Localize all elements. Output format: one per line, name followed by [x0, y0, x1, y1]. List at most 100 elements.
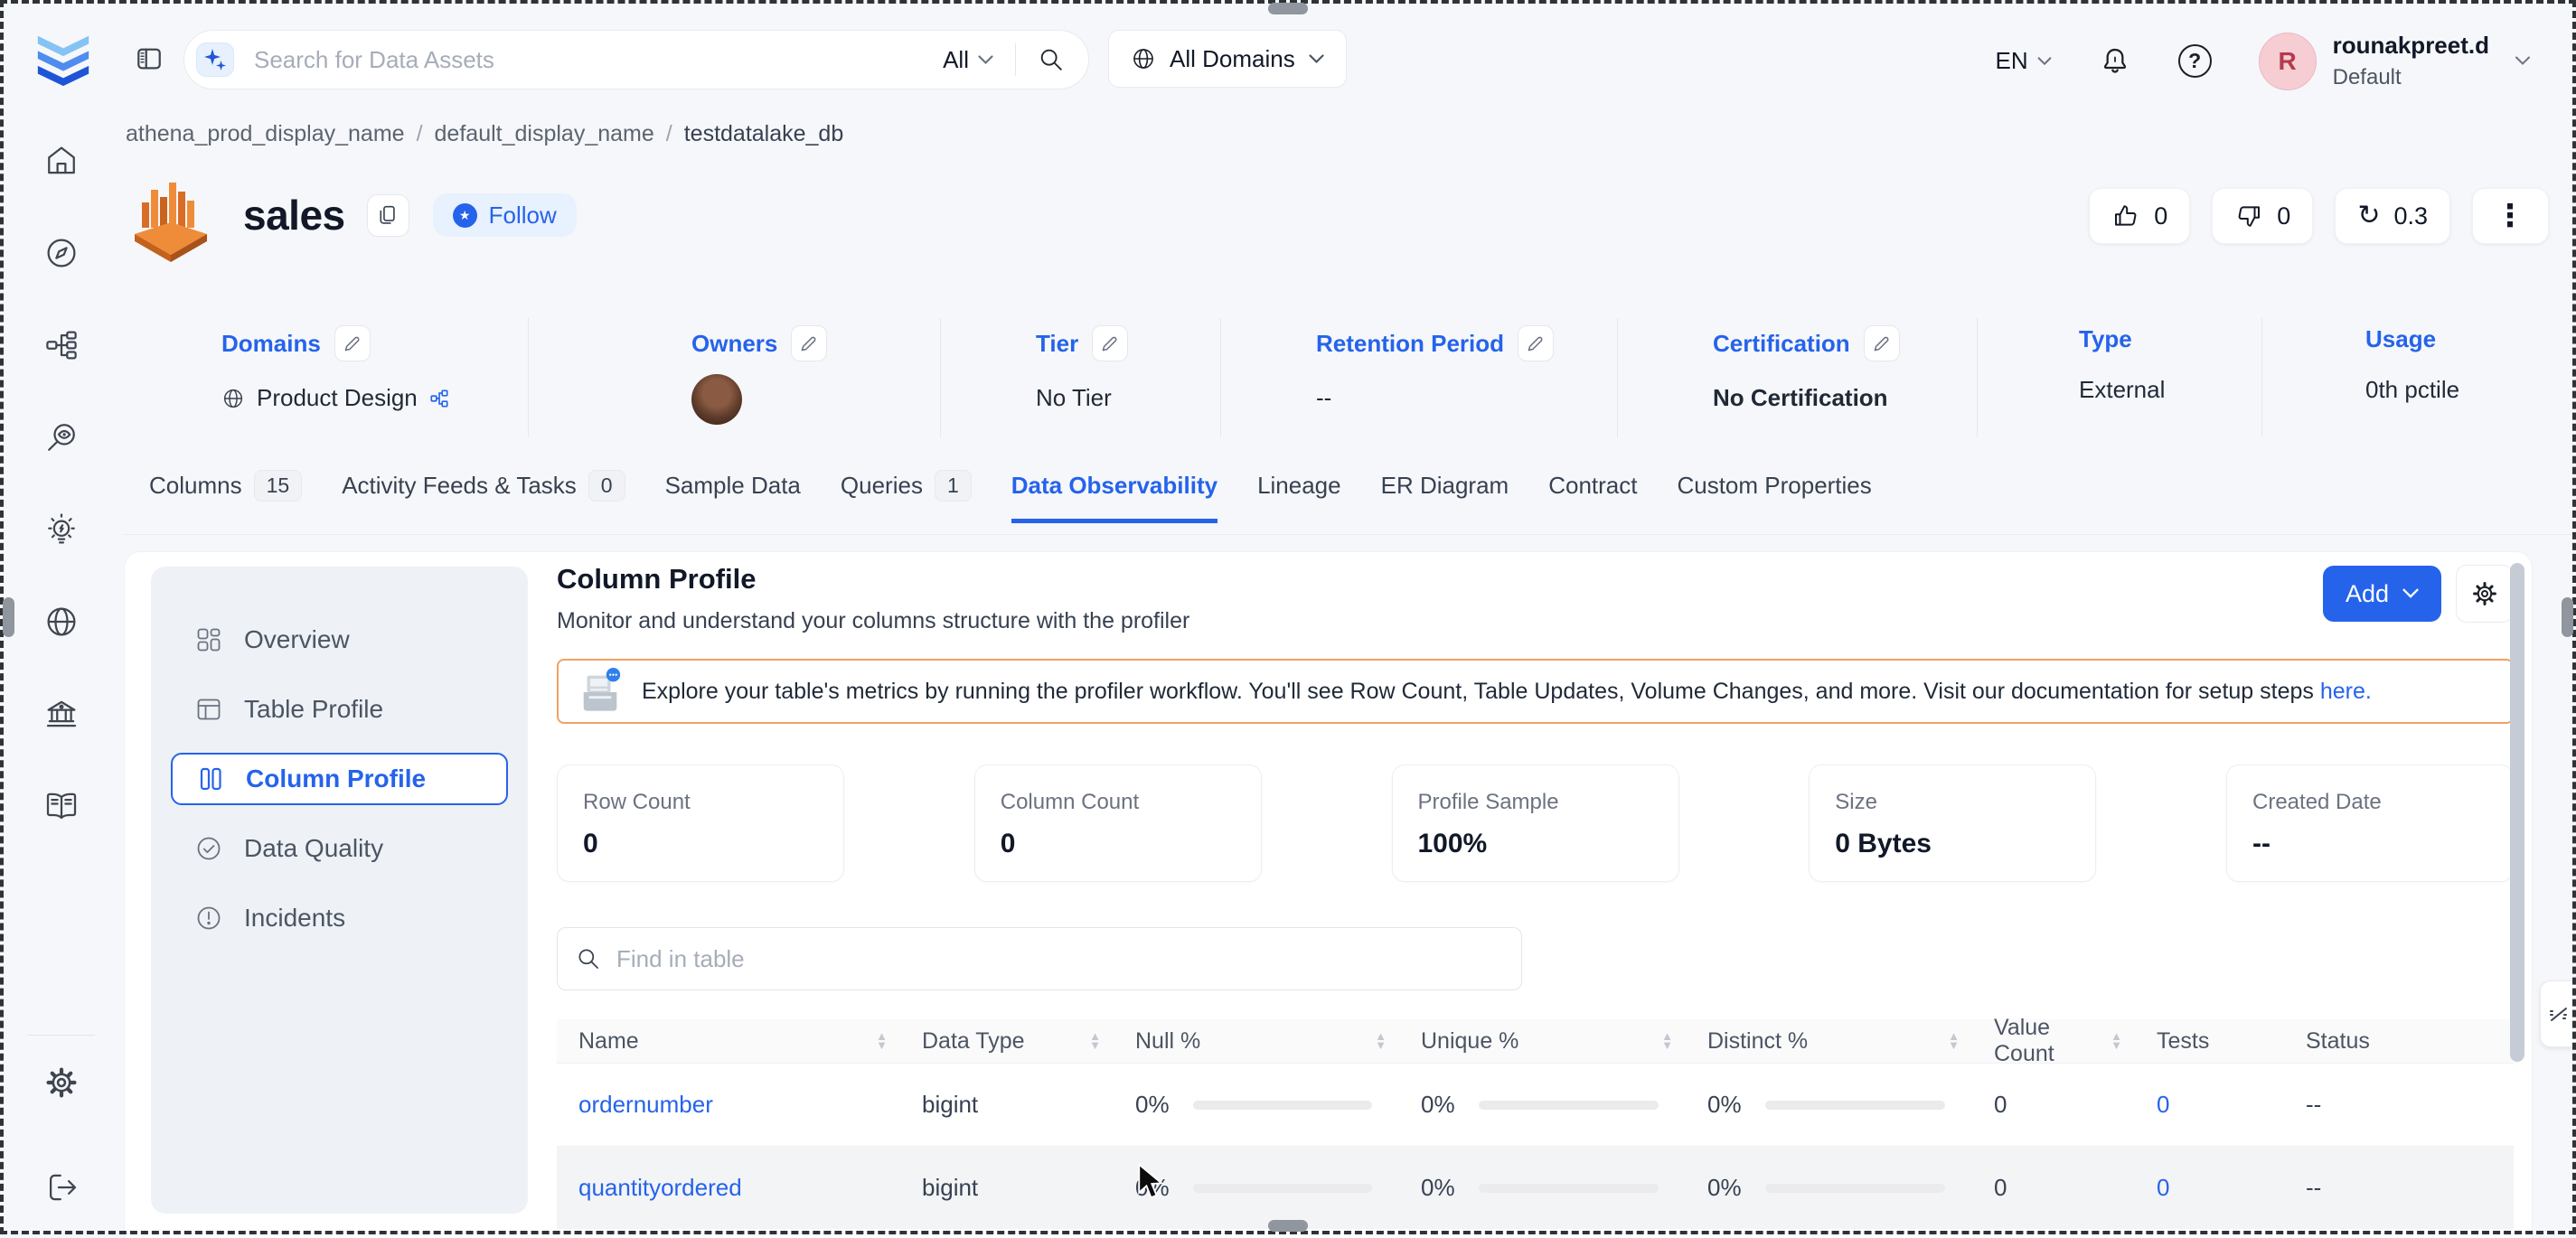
meta-domains: Domains Product Design [149, 318, 529, 437]
nav-table-profile[interactable]: Table Profile [171, 683, 508, 736]
profiler-settings-button[interactable] [2456, 565, 2514, 623]
col-header-name[interactable]: Name▲▼ [557, 1028, 900, 1055]
edit-tier-icon[interactable] [1092, 325, 1128, 361]
explore-compass-icon[interactable] [42, 233, 81, 273]
edit-domains-icon[interactable] [334, 325, 371, 361]
unique-progress-bar [1479, 1184, 1659, 1193]
section-title: Column Profile [557, 563, 2514, 596]
domains-globe-icon[interactable] [42, 602, 81, 642]
home-icon[interactable] [42, 141, 81, 181]
help-icon[interactable]: ? [2178, 44, 2212, 78]
col-header-tests: Tests [2135, 1028, 2284, 1055]
capture-handle-left [3, 597, 14, 637]
glossary-book-icon[interactable] [42, 786, 81, 826]
col-header-data-type[interactable]: Data Type▲▼ [900, 1028, 1114, 1055]
search-input[interactable] [254, 46, 943, 74]
copy-name-button[interactable] [367, 194, 409, 237]
null-progress-bar [1193, 1101, 1372, 1110]
certification-value: No Certification [1713, 384, 1977, 412]
user-menu[interactable]: R rounakpreet.d Default [2259, 32, 2531, 90]
breadcrumb-schema[interactable]: testdatalake_db [684, 121, 844, 147]
tab-lineage[interactable]: Lineage [1257, 470, 1341, 523]
page-title: sales [243, 191, 345, 239]
meta-usage: Usage 0th pctile [2262, 318, 2561, 437]
edit-owners-icon[interactable] [791, 325, 827, 361]
nav-column-profile[interactable]: Column Profile [171, 753, 508, 805]
find-in-table[interactable] [557, 927, 1522, 990]
govern-bank-icon[interactable] [42, 694, 81, 734]
tab-queries[interactable]: Queries1 [841, 470, 972, 523]
all-domains-button[interactable]: All Domains [1108, 30, 1347, 88]
tier-value: No Tier [1036, 384, 1220, 412]
add-button[interactable]: Add [2323, 566, 2441, 622]
column-name-link[interactable]: ordernumber [578, 1091, 713, 1119]
capture-handle-bottom [1268, 1220, 1308, 1232]
more-options-button[interactable]: ⋮ [2472, 188, 2549, 244]
follow-button[interactable]: ★ Follow [433, 193, 577, 237]
user-avatar[interactable]: R [2259, 33, 2317, 90]
stat-created-date: Created Date -- [2226, 764, 2514, 882]
col-header-unique[interactable]: Unique %▲▼ [1399, 1028, 1686, 1055]
upvote-button[interactable]: 0 [2089, 188, 2190, 244]
tab-er-diagram[interactable]: ER Diagram [1381, 470, 1509, 523]
data-flow-icon[interactable] [42, 325, 81, 365]
find-in-table-input[interactable] [616, 945, 1503, 973]
thumbs-up-icon [2111, 202, 2140, 230]
language-dropdown[interactable]: EN [1996, 47, 2052, 75]
subdomain-link-icon [429, 389, 449, 408]
nav-data-quality[interactable]: Data Quality [171, 822, 508, 875]
ai-sparkle-icon[interactable] [196, 42, 234, 77]
nav-incidents[interactable]: Incidents [171, 892, 508, 944]
breadcrumb-service[interactable]: athena_prod_display_name [126, 121, 405, 147]
search-icon [576, 946, 601, 971]
meta-tier: Tier No Tier [941, 318, 1221, 437]
settings-gear-icon[interactable] [42, 1063, 81, 1102]
tab-activity-feeds[interactable]: Activity Feeds & Tasks0 [342, 470, 625, 523]
observability-search-icon[interactable] [42, 417, 81, 457]
sidebar-toggle-icon[interactable] [136, 45, 163, 72]
tab-data-observability[interactable]: Data Observability [1011, 470, 1217, 523]
distinct-progress-bar [1765, 1101, 1945, 1110]
downvote-button[interactable]: 0 [2212, 188, 2313, 244]
col-header-value-count[interactable]: Value Count▲▼ [1972, 1015, 2135, 1067]
metadata-strip: Domains Product Design Owners Tier No Ti… [149, 318, 2561, 437]
domains-value[interactable]: Product Design [221, 384, 528, 412]
breadcrumb-database[interactable]: default_display_name [435, 121, 654, 147]
tab-contract[interactable]: Contract [1548, 470, 1637, 523]
data-quality-check-icon [194, 834, 223, 863]
col-header-distinct[interactable]: Distinct %▲▼ [1686, 1028, 1972, 1055]
tab-sample-data[interactable]: Sample Data [665, 470, 801, 523]
profile-stat-cards: Row Count 0 Column Count 0 Profile Sampl… [557, 764, 2514, 882]
type-value: External [2079, 376, 2261, 404]
edit-retention-icon[interactable] [1518, 325, 1554, 361]
whiteboard-handle-button[interactable] [2540, 980, 2576, 1047]
panel-scrollbar[interactable] [2510, 563, 2524, 1062]
docs-link[interactable]: here. [2320, 679, 2372, 704]
column-name-link[interactable]: quantityordered [578, 1174, 742, 1202]
search-scope-dropdown[interactable]: All [943, 46, 993, 74]
tests-count-link[interactable]: 0 [2157, 1174, 2169, 1202]
chevron-down-icon [1309, 54, 1324, 64]
tab-columns[interactable]: Columns15 [149, 470, 302, 523]
globe-icon [1131, 46, 1156, 71]
entity-header: sales ★ Follow [124, 168, 577, 262]
search-icon[interactable] [1038, 46, 1065, 73]
tab-custom-properties[interactable]: Custom Properties [1677, 470, 1871, 523]
entity-actions: 0 0 ↻ 0.3 ⋮ [2089, 188, 2549, 244]
meta-retention: Retention Period -- [1221, 318, 1618, 437]
edit-certification-icon[interactable] [1864, 325, 1900, 361]
owner-avatar[interactable] [691, 374, 742, 425]
profiler-tray-icon [577, 667, 624, 716]
global-search[interactable]: All [183, 30, 1089, 89]
version-button[interactable]: ↻ 0.3 [2335, 188, 2450, 244]
logout-icon[interactable] [42, 1168, 81, 1207]
tests-count-link[interactable]: 0 [2157, 1091, 2169, 1119]
stat-size: Size 0 Bytes [1809, 764, 2096, 882]
nav-overview[interactable]: Overview [171, 614, 508, 666]
chevron-down-icon [978, 55, 993, 65]
tabs-divider [122, 534, 2576, 535]
table-profile-icon [194, 695, 223, 724]
notifications-bell-icon[interactable] [2099, 45, 2131, 78]
col-header-null[interactable]: Null %▲▼ [1114, 1028, 1399, 1055]
insights-bulb-icon[interactable] [42, 510, 81, 549]
